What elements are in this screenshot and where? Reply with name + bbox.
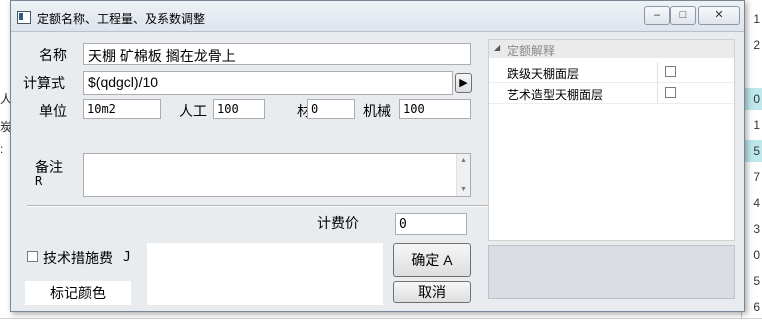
property-name: 跌级天棚面层 bbox=[507, 67, 580, 81]
name-input[interactable]: 天棚 矿棉板 搁在龙骨上 bbox=[83, 43, 471, 65]
labor-label: 人工 bbox=[179, 103, 207, 119]
window-title: 定额名称、工程量、及系数调整 bbox=[37, 12, 206, 26]
background-row-number: 2 bbox=[753, 38, 760, 52]
background-row-number: 0 bbox=[753, 92, 760, 106]
background-row-number: 5 bbox=[753, 274, 760, 288]
scroll-up-icon[interactable]: ▲ bbox=[460, 157, 467, 164]
unit-input[interactable]: 10m2 bbox=[83, 99, 161, 119]
remark-hotkey: R bbox=[35, 174, 43, 188]
background-row-number: 6 bbox=[753, 300, 760, 314]
property-separator bbox=[657, 62, 658, 82]
form-divider bbox=[27, 205, 489, 207]
title-bar[interactable]: 定额名称、工程量、及系数调整 – □ ✕ bbox=[11, 1, 744, 32]
app-icon bbox=[17, 11, 31, 24]
fee-price-input[interactable]: 0 bbox=[395, 213, 467, 235]
ok-button[interactable]: 确定 A bbox=[393, 243, 471, 277]
background-bottom-row bbox=[0, 318, 762, 331]
machine-label: 机械 bbox=[363, 103, 391, 119]
property-grid: ◢ 定额解释 跌级天棚面层 艺术造型天棚面层 bbox=[488, 39, 735, 241]
close-button[interactable]: ✕ bbox=[698, 6, 740, 25]
background-row-number: 1 bbox=[753, 118, 760, 132]
mark-color-button[interactable]: 标记颜色 bbox=[25, 281, 131, 305]
scroll-down-icon[interactable]: ▼ bbox=[460, 186, 467, 193]
background-row-number: 4 bbox=[753, 196, 760, 210]
formula-expand-button[interactable]: ▶ bbox=[455, 73, 472, 93]
formula-label: 计算式 bbox=[23, 75, 65, 91]
background-row-number: 7 bbox=[753, 170, 760, 184]
unit-label: 单位 bbox=[39, 103, 67, 119]
machine-input[interactable]: 100 bbox=[399, 99, 471, 119]
material-input[interactable]: 0 bbox=[307, 99, 355, 119]
property-description-panel bbox=[488, 245, 735, 299]
background-row-number: 0 bbox=[753, 248, 760, 262]
property-checkbox[interactable] bbox=[665, 66, 676, 77]
background-row-number: 5 bbox=[753, 144, 760, 158]
property-separator bbox=[657, 83, 658, 103]
maximize-button[interactable]: □ bbox=[670, 6, 696, 25]
minimize-button[interactable]: – bbox=[644, 6, 670, 25]
property-checkbox[interactable] bbox=[665, 87, 676, 98]
tech-measure-hotkey: J bbox=[123, 250, 131, 265]
tech-measure-checkbox[interactable] bbox=[27, 251, 38, 262]
property-row[interactable]: 艺术造型天棚面层 bbox=[489, 83, 734, 104]
remark-scrollbar[interactable]: ▲ ▼ bbox=[456, 154, 470, 196]
tech-measure-label[interactable]: 技术措施费 bbox=[43, 248, 113, 268]
cancel-button[interactable]: 取消 bbox=[393, 281, 471, 303]
color-preview-area bbox=[147, 243, 383, 305]
labor-input[interactable]: 100 bbox=[213, 99, 265, 119]
dialog-window: 定额名称、工程量、及系数调整 – □ ✕ 名称 天棚 矿棉板 搁在龙骨上 计算式… bbox=[10, 0, 745, 312]
background-row-number: 1 bbox=[753, 12, 760, 26]
background-row-number: 3 bbox=[753, 222, 760, 236]
fee-price-label: 计费价 bbox=[317, 215, 359, 231]
property-row[interactable]: 跌级天棚面层 bbox=[489, 62, 734, 83]
formula-input[interactable]: $(qdgcl)/10 bbox=[83, 71, 453, 95]
property-category-header[interactable]: ◢ 定额解释 bbox=[489, 40, 734, 58]
property-name: 艺术造型天棚面层 bbox=[507, 88, 604, 102]
collapse-arrow-icon[interactable]: ◢ bbox=[494, 43, 500, 52]
remark-textarea[interactable]: ▲ ▼ bbox=[83, 153, 471, 197]
property-category-label: 定额解释 bbox=[507, 44, 556, 58]
name-label: 名称 bbox=[39, 47, 67, 63]
